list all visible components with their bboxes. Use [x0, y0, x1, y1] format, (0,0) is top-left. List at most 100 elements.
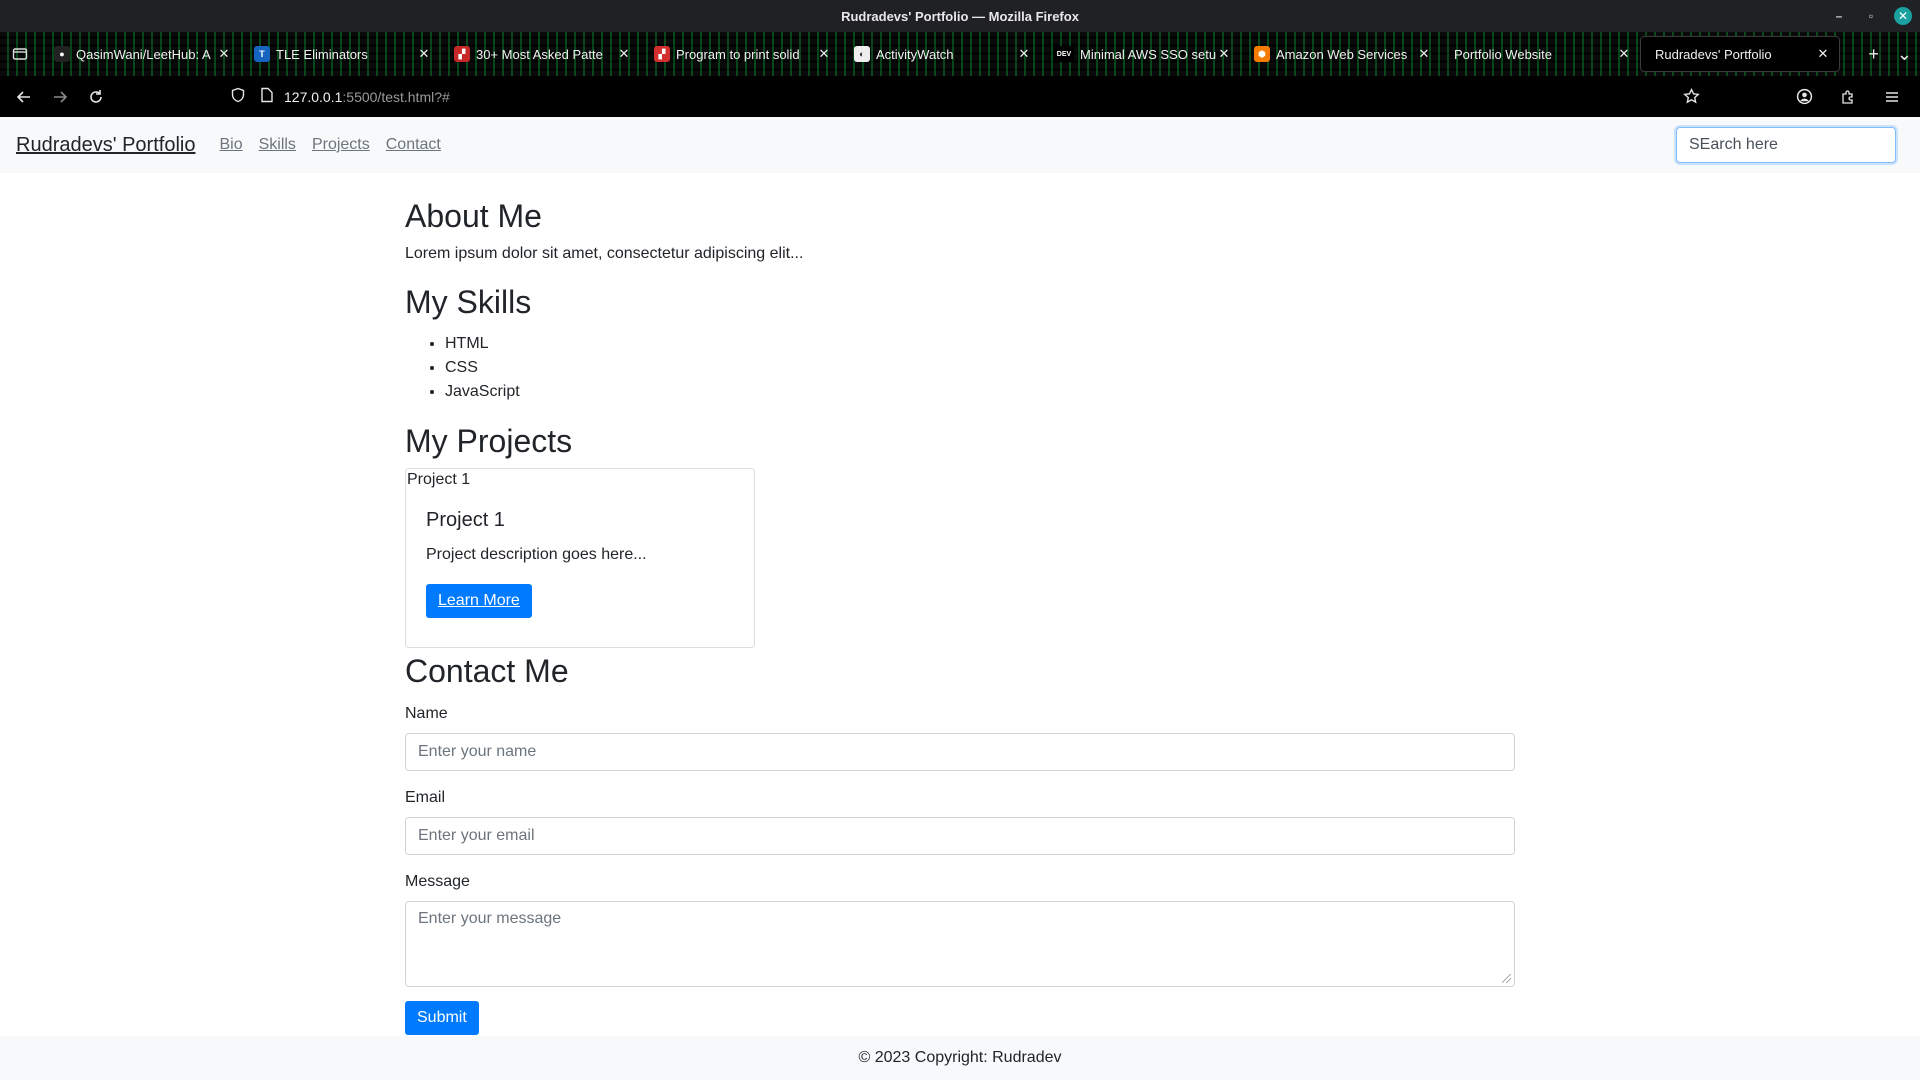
project-card: Project 1 Project 1 Project description …	[405, 468, 755, 649]
nav-link-contact[interactable]: Contact	[386, 136, 441, 154]
tab-close-icon[interactable]: ✕	[1416, 46, 1432, 62]
tab-label: Program to print solid	[676, 46, 800, 62]
tab-close-icon[interactable]: ✕	[616, 46, 632, 62]
aws-icon: ⬢	[1254, 46, 1270, 62]
tab-label: Minimal AWS SSO setu	[1080, 46, 1216, 62]
tab-close-icon[interactable]: ✕	[416, 46, 432, 62]
forward-icon[interactable]	[42, 79, 78, 115]
pattern-icon: ▞	[454, 46, 470, 62]
tab-label: TLE Eliminators	[276, 46, 368, 62]
tab-close-icon[interactable]: ✕	[216, 46, 232, 62]
list-item: JavaScript	[445, 380, 1515, 404]
reload-icon[interactable]	[78, 79, 114, 115]
tab[interactable]: T TLE Eliminators ✕	[240, 36, 440, 72]
nav-link-projects[interactable]: Projects	[312, 136, 370, 154]
name-field[interactable]: Enter your name	[405, 732, 1515, 771]
window-titlebar: Rudradevs' Portfolio — Mozilla Firefox –…	[0, 0, 1920, 32]
bookmark-star-icon[interactable]	[1683, 87, 1700, 108]
footer-copyright: © 2023 Copyright: Rudradev	[858, 1049, 1062, 1066]
tab-list: ● QasimWani/LeetHub: A ✕ T TLE Eliminators ✕ ▞…	[0, 32, 1840, 76]
account-icon[interactable]	[1786, 79, 1822, 115]
project-title: Project 1	[426, 509, 505, 532]
tab-close-icon[interactable]: ✕	[816, 46, 832, 62]
tab-label: 30+ Most Asked Patte	[476, 46, 603, 62]
gfg-icon: ▞	[654, 46, 670, 62]
shield-icon[interactable]	[230, 87, 246, 106]
tab-active[interactable]: Rudradevs' Portfolio ✕	[1640, 36, 1840, 72]
resize-handle-icon[interactable]	[1502, 973, 1511, 983]
tab[interactable]: ▞ 30+ Most Asked Patte ✕	[440, 36, 640, 72]
list-all-tabs-icon[interactable]: ⌄	[1897, 44, 1912, 65]
project-description: Project description goes here...	[426, 546, 647, 564]
search-input[interactable]	[1676, 127, 1896, 163]
message-textarea[interactable]: Enter your message	[405, 900, 1515, 987]
menu-icon[interactable]	[1874, 79, 1910, 115]
firefox-view-icon[interactable]	[0, 32, 40, 76]
project-image-alt-text: Project 1	[407, 471, 471, 489]
window-controls: – ▫ ✕	[1830, 0, 1912, 32]
restore-icon[interactable]: ▫	[1862, 7, 1880, 25]
tab-close-icon[interactable]: ✕	[1216, 46, 1232, 62]
page-info-icon[interactable]	[260, 87, 274, 106]
tab-close-icon[interactable]: ✕	[1616, 46, 1632, 62]
tab-strip: ● QasimWani/LeetHub: A ✕ T TLE Eliminators ✕ ▞…	[0, 32, 1920, 76]
tab-label: Portfolio Website	[1454, 46, 1553, 62]
about-heading: About Me	[405, 198, 542, 234]
message-placeholder: Enter your message	[418, 909, 562, 927]
email-label: Email	[405, 788, 446, 806]
skills-heading: My Skills	[405, 284, 532, 321]
site-navbar: Rudradevs' Portfolio Bio Skills Projects…	[0, 117, 1920, 173]
tab[interactable]: ● QasimWani/LeetHub: A ✕	[40, 36, 240, 72]
url-host: 127.0.0.1	[284, 88, 343, 105]
tab-label: Amazon Web Services	[1276, 46, 1408, 62]
page-viewport: Rudradevs' Portfolio Bio Skills Projects…	[0, 117, 1920, 1080]
tab-label: ActivityWatch	[876, 46, 954, 62]
extensions-icon[interactable]	[1830, 79, 1866, 115]
activitywatch-icon: ◐	[854, 46, 870, 62]
github-icon: ●	[54, 46, 70, 62]
skills-list: HTML CSS JavaScript	[405, 332, 1515, 404]
list-item: HTML	[445, 332, 1515, 356]
browser-toolbar: 127.0.0.1:5500/test.html?#	[0, 76, 1920, 117]
contact-heading: Contact Me	[405, 653, 569, 690]
tab[interactable]: Portfolio Website ✕	[1440, 36, 1640, 72]
tab[interactable]: ▞ Program to print solid ✕	[640, 36, 840, 72]
project-card-body: Project 1 Project description goes here.…	[406, 489, 754, 634]
minimize-icon[interactable]: –	[1830, 7, 1848, 25]
tab-label: QasimWani/LeetHub: A	[76, 46, 211, 62]
email-field[interactable]: Enter your email	[405, 816, 1515, 855]
contact-section: Contact Me Name Enter your name Email En…	[405, 652, 1515, 1035]
tab[interactable]: ⬢ Amazon Web Services ✕	[1240, 36, 1440, 72]
skills-section: My Skills HTML CSS JavaScript	[405, 283, 1515, 403]
back-icon[interactable]	[6, 79, 42, 115]
tab-label: Rudradevs' Portfolio	[1655, 46, 1772, 62]
toolbar-right	[1786, 76, 1910, 117]
list-item: CSS	[445, 356, 1515, 380]
name-label: Name	[405, 704, 448, 722]
main-container: About Me Lorem ipsum dolor sit amet, con…	[405, 173, 1515, 1035]
tab-strip-actions: + ⌄	[1868, 32, 1912, 76]
nav-link-bio[interactable]: Bio	[219, 136, 242, 154]
projects-section: My Projects Project 1 Project 1 Project …	[405, 422, 1515, 649]
tab-close-icon[interactable]: ✕	[1815, 46, 1831, 62]
about-text: Lorem ipsum dolor sit amet, consectetur …	[405, 245, 804, 263]
tab[interactable]: DEV Minimal AWS SSO setu ✕	[1040, 36, 1240, 72]
message-label: Message	[405, 872, 470, 890]
window-title: Rudradevs' Portfolio — Mozilla Firefox	[841, 8, 1079, 24]
tab[interactable]: ◐ ActivityWatch ✕	[840, 36, 1040, 72]
projects-heading: My Projects	[405, 422, 573, 459]
submit-button[interactable]: Submit	[405, 1000, 479, 1035]
tab-close-icon[interactable]: ✕	[1016, 46, 1032, 62]
site-footer: © 2023 Copyright: Rudradev	[0, 1036, 1920, 1080]
nav-link-skills[interactable]: Skills	[259, 136, 296, 154]
about-section: About Me Lorem ipsum dolor sit amet, con…	[405, 197, 1515, 263]
site-brand-link[interactable]: Rudradevs' Portfolio	[16, 134, 195, 157]
dev-icon: DEV	[1054, 46, 1074, 62]
close-window-icon[interactable]: ✕	[1894, 7, 1912, 25]
tle-icon: T	[254, 46, 270, 62]
site-nav-links: Bio Skills Projects Contact	[219, 136, 440, 154]
learn-more-button[interactable]: Learn More	[426, 584, 532, 619]
url-bar[interactable]: 127.0.0.1:5500/test.html?#	[230, 80, 1700, 113]
new-tab-icon[interactable]: +	[1868, 44, 1879, 65]
url-path: :5500/test.html?#	[342, 88, 450, 105]
